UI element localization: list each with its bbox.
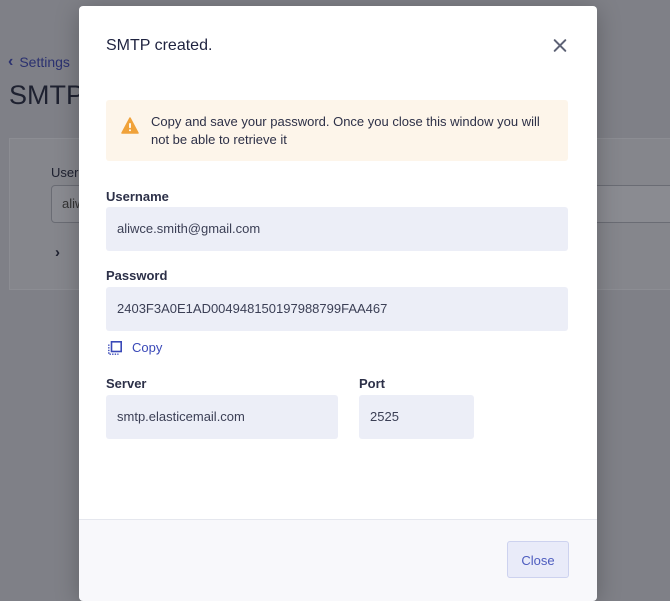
copy-button[interactable]: Copy (108, 340, 162, 355)
background-field-label: User (51, 165, 79, 180)
username-field[interactable]: aliwce.smith@gmail.com (106, 207, 568, 251)
copy-label: Copy (132, 340, 163, 355)
port-field[interactable]: 2525 (359, 395, 474, 439)
modal-title: SMTP created. (106, 37, 213, 54)
smtp-created-modal: SMTP created. Copy and save your passwor… (79, 6, 597, 601)
alert-text: Copy and save your password. Once you cl… (151, 114, 540, 147)
close-button[interactable]: Close (507, 541, 569, 578)
warning-alert: Copy and save your password. Once you cl… (106, 100, 568, 161)
chevron-right-icon: › (55, 244, 60, 261)
server-label: Server (106, 376, 147, 391)
chevron-left-icon: ‹ (8, 53, 14, 70)
warning-icon (121, 117, 139, 134)
password-label: Password (106, 268, 168, 283)
password-field[interactable]: 2403F3A0E1AD004948150197988799FAA467 (106, 287, 568, 331)
close-icon[interactable] (551, 37, 569, 55)
modal-footer: Close (79, 519, 597, 601)
port-label: Port (359, 376, 385, 391)
username-label: Username (106, 189, 169, 204)
copy-icon (108, 340, 122, 355)
page-title: SMTP (9, 80, 85, 110)
server-field[interactable]: smtp.elasticemail.com (106, 395, 338, 439)
back-link[interactable]: ‹ Settings (8, 53, 70, 71)
back-link-label: Settings (19, 54, 70, 70)
